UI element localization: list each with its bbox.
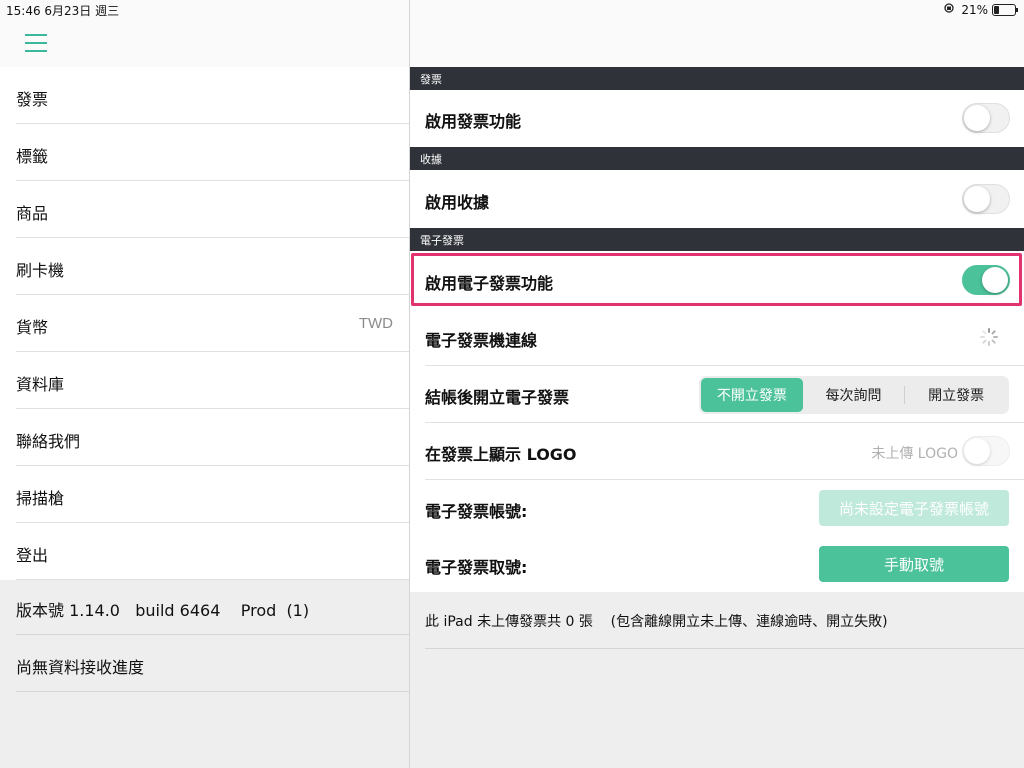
sidebar-item-database[interactable]: 資料庫 [0, 352, 409, 409]
upload-status-footer: 此 iPad 未上傳發票共 0 張 (包含離線開立未上傳、連線逾時、開立失敗) [410, 592, 1024, 768]
logo-toggle[interactable] [962, 436, 1010, 466]
sidebar-item-label: 聯絡我們 [16, 432, 81, 451]
sidebar-item-invoice[interactable]: 發票 [0, 67, 409, 124]
einvoice-connection-row: 電子發票機連線 [410, 309, 1024, 366]
logo-row: 在發票上顯示 LOGO 未上傳 LOGO [410, 423, 1024, 480]
sidebar-item-labels[interactable]: 標籤 [0, 124, 409, 181]
seg-option-ask-each-time[interactable]: 每次詢問 [803, 378, 905, 412]
issue-einvoice-row: 結帳後開立電子發票 不開立發票 每次詢問 開立發票 [410, 366, 1024, 423]
enable-einvoice-row: 啟用電子發票功能 [410, 252, 1024, 309]
sidebar-item-label: 掃描槍 [16, 489, 65, 508]
enable-invoice-row: 啟用發票功能 [410, 90, 1024, 147]
sidebar-item-label: 標籤 [16, 147, 49, 166]
hamburger-menu-icon[interactable] [25, 34, 47, 52]
status-time: 15:46 6月23日 週三 [6, 4, 120, 18]
enable-invoice-label: 啟用發票功能 [425, 112, 522, 131]
einvoice-connection-label: 電子發票機連線 [425, 331, 538, 350]
sidebar: 發票 標籤 商品 刷卡機 貨幣 TWD 資料庫 聯絡我們 掃描槍 登出 版本號 … [0, 0, 410, 768]
settings-pane: 發票 啟用發票功能 收據 啟用收據 電子發票 啟用電子發票功能 電子發票機連線 … [410, 0, 1024, 768]
enable-invoice-toggle[interactable] [962, 103, 1010, 133]
einvoice-account-label: 電子發票帳號: [425, 502, 528, 521]
sidebar-item-scanner[interactable]: 掃描槍 [0, 466, 409, 523]
version-info: 版本號 1.14.0 build 6464 Prod (1) [0, 578, 409, 635]
enable-receipt-label: 啟用收據 [425, 193, 490, 212]
section-header-receipt: 收據 [410, 147, 1024, 170]
orientation-lock-icon [941, 2, 957, 17]
sidebar-item-label: 貨幣 [16, 318, 49, 337]
section-header-invoice: 發票 [410, 67, 1024, 90]
status-right: 21% [941, 2, 1018, 17]
upload-status-text: 此 iPad 未上傳發票共 0 張 (包含離線開立未上傳、連線逾時、開立失敗) [425, 614, 888, 630]
seg-option-no-issue[interactable]: 不開立發票 [701, 378, 803, 412]
logo-label: 在發票上顯示 LOGO [425, 445, 577, 464]
einvoice-number-row: 電子發票取號: 手動取號 [410, 536, 1024, 593]
sidebar-item-label: 商品 [16, 204, 49, 223]
footer-divider [425, 648, 1024, 649]
issue-einvoice-label: 結帳後開立電子發票 [425, 388, 570, 407]
sidebar-item-label: 登出 [16, 546, 49, 565]
einvoice-number-label: 電子發票取號: [425, 558, 528, 577]
battery-percent: 21% [961, 2, 988, 17]
enable-receipt-toggle[interactable] [962, 184, 1010, 214]
issue-einvoice-segmented-control: 不開立發票 每次詢問 開立發票 [699, 376, 1009, 414]
sidebar-item-label: 資料庫 [16, 375, 65, 394]
section-header-einvoice: 電子發票 [410, 228, 1024, 251]
sidebar-item-currency[interactable]: 貨幣 TWD [0, 295, 409, 352]
seg-option-issue[interactable]: 開立發票 [905, 378, 1007, 412]
sidebar-item-contact[interactable]: 聯絡我們 [0, 409, 409, 466]
logo-status-note: 未上傳 LOGO [871, 446, 958, 462]
enable-einvoice-toggle[interactable] [962, 265, 1010, 295]
sidebar-item-logout[interactable]: 登出 [0, 523, 409, 580]
set-einvoice-account-button[interactable]: 尚未設定電子發票帳號 [819, 490, 1009, 526]
currency-value: TWD [358, 315, 393, 332]
receive-progress-text: 尚無資料接收進度 [16, 658, 145, 677]
enable-receipt-row: 啟用收據 [410, 171, 1024, 228]
loading-spinner-icon [980, 328, 998, 346]
version-text: 版本號 1.14.0 build 6464 Prod (1) [16, 601, 310, 620]
enable-einvoice-label: 啟用電子發票功能 [425, 274, 554, 293]
battery-icon [992, 3, 1018, 16]
sidebar-item-label: 發票 [16, 90, 49, 109]
manual-number-button[interactable]: 手動取號 [819, 546, 1009, 582]
einvoice-account-row: 電子發票帳號: 尚未設定電子發票帳號 [410, 480, 1024, 537]
sidebar-list: 發票 標籤 商品 刷卡機 貨幣 TWD 資料庫 聯絡我們 掃描槍 登出 [0, 67, 409, 580]
status-bar: 15:46 6月23日 週三 21% [0, 0, 1024, 20]
sidebar-item-products[interactable]: 商品 [0, 181, 409, 238]
sidebar-item-label: 刷卡機 [16, 261, 65, 280]
sidebar-item-card-reader[interactable]: 刷卡機 [0, 238, 409, 295]
battery-level [994, 5, 999, 14]
receive-progress: 尚無資料接收進度 [0, 635, 409, 692]
